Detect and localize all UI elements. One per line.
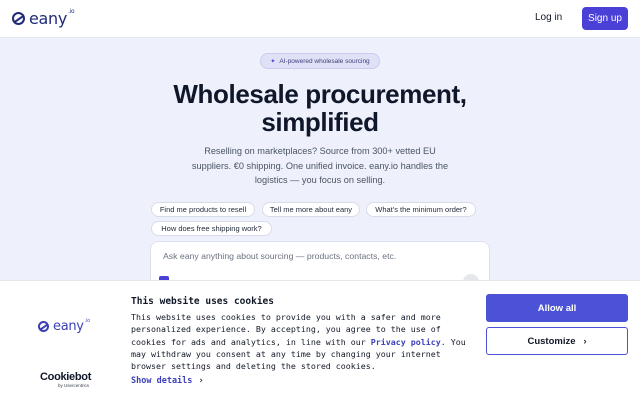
top-navbar: eany .io Log in Sign up	[0, 0, 640, 38]
logo-suffix: .io	[68, 8, 75, 15]
sparkle-icon: ✦	[270, 58, 276, 65]
hero-title: Wholesale procurement, simplified	[173, 79, 467, 137]
chevron-right-icon: ›	[583, 336, 587, 346]
eany-logo-icon	[12, 12, 25, 25]
signup-button[interactable]: Sign up	[582, 7, 628, 30]
cookiebot-name: Cookiebot	[40, 371, 92, 383]
suggestion-chip-about-eany[interactable]: Tell me more about eany	[262, 202, 360, 217]
cookiebot-logo[interactable]: Cookiebot by Usercentrics	[40, 371, 92, 389]
cookie-logo-suffix: .io	[84, 317, 90, 324]
login-link[interactable]: Log in	[535, 12, 562, 23]
eany-logo[interactable]: eany .io	[12, 9, 74, 28]
customize-button[interactable]: Customize ›	[486, 327, 628, 355]
cookie-logo-text: eany	[53, 319, 84, 334]
ask-input-placeholder[interactable]: Ask eany anything about sourcing — produ…	[163, 251, 396, 261]
cookie-banner: eany .io Cookiebot by Usercentrics This …	[0, 280, 640, 400]
suggestion-chip-find-products[interactable]: Find me products to resell	[151, 202, 255, 217]
allow-all-button[interactable]: Allow all	[486, 294, 628, 322]
cookiebot-by: by Usercentrics	[58, 383, 90, 388]
badge-label: AI-powered wholesale sourcing	[279, 57, 370, 65]
show-details-link[interactable]: Show details ›	[131, 376, 204, 386]
chevron-right-icon: ›	[198, 376, 204, 386]
suggestion-chip-minimum-order[interactable]: What's the minimum order?	[366, 202, 476, 217]
ai-badge: ✦ AI-powered wholesale sourcing	[260, 53, 380, 69]
cookie-banner-logo: eany .io	[38, 317, 90, 334]
eany-logo-icon	[38, 321, 49, 332]
suggestion-chip-free-shipping[interactable]: How does free shipping work?	[151, 221, 272, 236]
logo-text: eany	[29, 9, 68, 28]
cookie-title: This website uses cookies	[131, 296, 274, 307]
customize-label: Customize	[527, 335, 576, 347]
hero-subtitle: Reselling on marketplaces? Source from 3…	[191, 146, 449, 185]
privacy-policy-link[interactable]: Privacy policy	[371, 337, 441, 347]
cookie-description: This website uses cookies to provide you…	[131, 311, 471, 372]
show-details-label: Show details	[131, 376, 193, 386]
